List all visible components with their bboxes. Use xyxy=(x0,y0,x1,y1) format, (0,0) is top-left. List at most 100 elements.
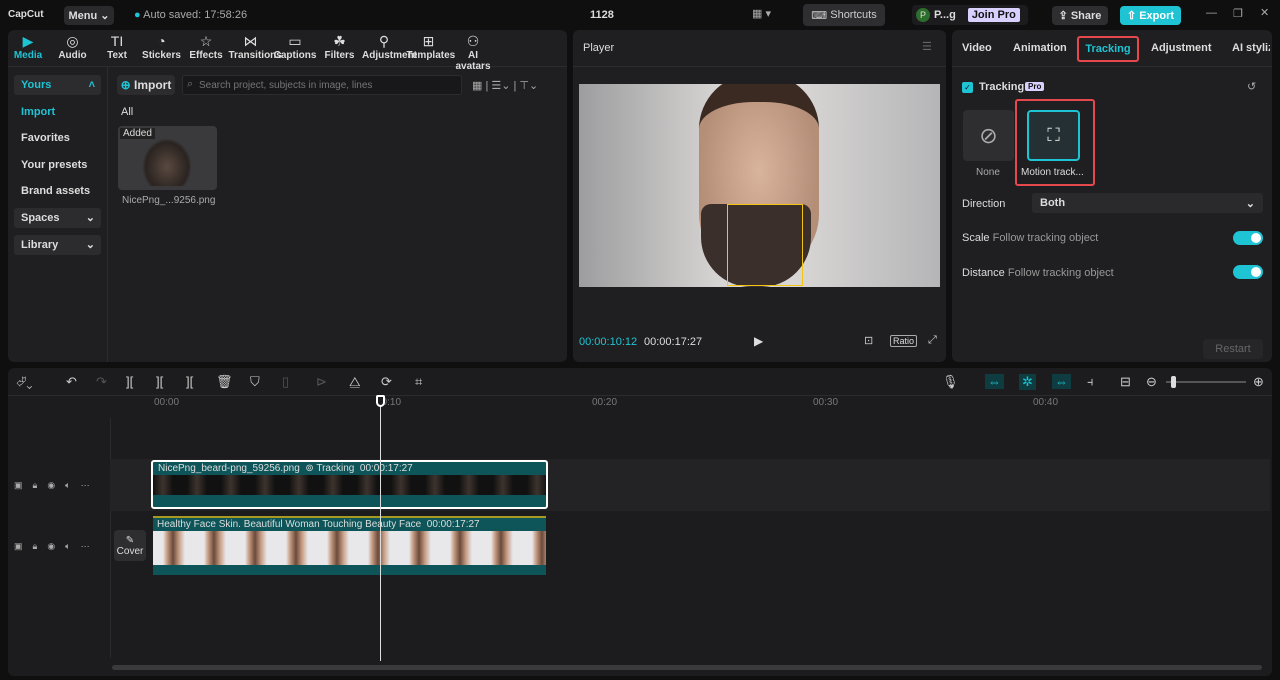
maximize-icon[interactable]: ❐ xyxy=(1233,7,1243,20)
direction-select[interactable]: Both ⌄ xyxy=(1032,193,1263,213)
eye-icon[interactable]: ◉ xyxy=(47,541,55,552)
microphone-icon[interactable]: 🎙︎ xyxy=(942,374,959,390)
tab-adjustment[interactable]: Adjustment xyxy=(1151,42,1212,54)
preview-axis-icon[interactable]: ⊟ xyxy=(1120,374,1131,390)
option-motion-track[interactable]: ⛶ xyxy=(1027,110,1080,161)
video-clip[interactable]: Healthy Face Skin. Beautiful Woman Touch… xyxy=(153,516,546,575)
select-tool-icon[interactable]: ⮰⌄ xyxy=(16,374,33,390)
more-icon[interactable]: ⋯ xyxy=(81,541,90,552)
rotate-icon[interactable]: ⟳ xyxy=(381,374,392,390)
zoom-in-icon[interactable]: ⊕ xyxy=(1253,374,1264,390)
freeze-icon[interactable]: ▯ xyxy=(282,374,289,390)
audio-icon[interactable]: 🔈︎ xyxy=(65,480,70,491)
audio-icon[interactable]: 🔈︎ xyxy=(65,541,70,552)
player-menu-icon[interactable]: ☰ xyxy=(922,40,932,53)
app-logo: CapCut xyxy=(8,9,44,20)
reset-icon[interactable]: ↺ xyxy=(1247,80,1256,93)
tool-stickers[interactable]: ◔ Stickers xyxy=(140,32,184,61)
marker-icon[interactable]: ⛉ xyxy=(250,374,260,390)
crop-icon[interactable]: ⌗ xyxy=(415,374,422,390)
export-button[interactable]: ⇧ Export xyxy=(1120,6,1181,25)
tool-ai-avatars[interactable]: ⚇ AI avatars xyxy=(451,32,495,72)
tab-tracking[interactable]: Tracking xyxy=(1077,36,1139,62)
distance-toggle[interactable] xyxy=(1233,265,1263,279)
undo-icon[interactable]: ↶ xyxy=(66,374,77,390)
zoom-out-icon[interactable]: ⊖ xyxy=(1146,374,1157,390)
linkage-icon[interactable]: ⇔ xyxy=(1052,374,1071,389)
playhead-handle[interactable] xyxy=(376,395,385,407)
added-badge: Added xyxy=(120,128,155,139)
restart-button[interactable]: Restart xyxy=(1203,339,1263,359)
eye-icon[interactable]: ◉ xyxy=(47,480,55,491)
tool-transitions[interactable]: ⋈ Transitions xyxy=(229,32,282,61)
tool-adjustment[interactable]: ⚲ Adjustment xyxy=(362,32,417,61)
more-icon[interactable]: ⋯ xyxy=(81,480,90,491)
lock-icon[interactable]: 🔒︎ xyxy=(33,541,38,552)
tool-captions[interactable]: ▭ Captions xyxy=(273,32,317,61)
tool-templates[interactable]: ⊞ Templates xyxy=(407,32,456,61)
shortcuts-button[interactable]: ⌨ Shortcuts xyxy=(803,4,885,26)
split-left-icon[interactable]: ][ xyxy=(156,374,163,389)
split-icon[interactable]: ][ xyxy=(126,374,133,389)
tab-ai-stylize[interactable]: AI stylize xyxy=(1232,42,1270,54)
delete-icon[interactable]: 🗑︎ xyxy=(216,374,233,390)
tool-label: Text xyxy=(107,50,127,61)
video-preview[interactable] xyxy=(579,84,940,287)
sidebar-library[interactable]: Library ⌄ xyxy=(14,235,101,255)
fullscreen-icon[interactable]: ⤢ xyxy=(928,334,937,347)
beard-clip[interactable]: NicePng_beard-png_59256.png ⊚ Tracking 0… xyxy=(151,460,548,509)
sidebar-brand-assets[interactable]: Brand assets xyxy=(14,181,101,201)
minimize-icon[interactable]: — xyxy=(1206,7,1217,19)
zoom-slider[interactable] xyxy=(1166,376,1246,388)
scale-toggle[interactable] xyxy=(1233,231,1263,245)
tool-text[interactable]: TI Text xyxy=(95,32,139,61)
redo-icon[interactable]: ↷ xyxy=(96,374,107,390)
sidebar-presets[interactable]: Your presets xyxy=(14,155,101,175)
split-preview-icon[interactable]: ⫞ xyxy=(1087,374,1094,390)
total-time: 00:00:17:27 xyxy=(644,336,703,348)
sidebar-favorites[interactable]: Favorites xyxy=(14,128,101,148)
tool-filters[interactable]: ☘ Filters xyxy=(318,32,362,61)
join-pro-button[interactable]: Join Pro xyxy=(967,8,1020,22)
media-item[interactable]: Added xyxy=(118,126,217,190)
search-input[interactable] xyxy=(182,75,462,95)
tool-label: AI avatars xyxy=(455,50,491,72)
play-icon[interactable]: ▶ xyxy=(754,334,763,348)
tab-animation[interactable]: Animation xyxy=(1013,42,1067,54)
mirror-icon[interactable]: ⧋ xyxy=(349,374,361,390)
auto-snap-icon[interactable]: ✲ xyxy=(1019,374,1036,390)
account-area[interactable]: P P...g Join Pro xyxy=(912,5,1028,25)
fullscreen-crop-icon[interactable]: ⊡ xyxy=(864,334,873,347)
keyboard-icon: ⌨ xyxy=(811,9,831,22)
plus-icon: ⊕ xyxy=(120,78,135,92)
sidebar-spaces[interactable]: Spaces ⌄ xyxy=(14,208,101,228)
main-track-magnet-icon[interactable]: ⇔ xyxy=(985,374,1004,389)
import-button[interactable]: ⊕ Import xyxy=(117,75,175,95)
tool-media[interactable]: ▶ Media xyxy=(6,32,50,61)
tool-effects[interactable]: ☆ Effects xyxy=(184,32,228,61)
option-none[interactable]: ⊘ xyxy=(963,110,1014,161)
track-toggle-icon[interactable]: ▣ xyxy=(14,480,23,491)
lock-icon[interactable]: 🔒︎ xyxy=(33,480,38,491)
tool-audio[interactable]: ◎ Audio xyxy=(51,32,95,61)
menu-button[interactable]: Menu ⌄ xyxy=(64,6,114,25)
sidebar-import[interactable]: Import xyxy=(14,102,101,122)
section-all: All xyxy=(121,106,134,118)
ratio-button[interactable]: Ratio xyxy=(890,335,918,347)
layout-icon[interactable]: ▦ ▾ xyxy=(752,7,771,20)
tracking-box[interactable] xyxy=(727,204,803,286)
tracking-checkbox[interactable]: ✓ xyxy=(962,82,973,93)
sidebar-yours[interactable]: Yours ˄ xyxy=(14,75,101,95)
reverse-icon[interactable]: ⊳ xyxy=(316,374,327,390)
playhead[interactable] xyxy=(380,396,381,661)
close-icon[interactable]: ✕ xyxy=(1260,6,1269,19)
track-toggle-icon[interactable]: ▣ xyxy=(14,541,23,552)
clip1-tag: Tracking xyxy=(316,463,355,474)
share-button[interactable]: ⇪ Share xyxy=(1052,6,1108,25)
tab-video[interactable]: Video xyxy=(962,42,992,54)
media-icon: ▶ xyxy=(22,33,34,49)
view-toggle-icon[interactable]: ▦ | ☰⌄ | ⊤⌄ xyxy=(472,79,538,92)
cover-button[interactable]: ✎ Cover xyxy=(114,530,146,561)
horizontal-scrollbar[interactable] xyxy=(112,665,1262,670)
split-right-icon[interactable]: ][ xyxy=(186,374,193,389)
